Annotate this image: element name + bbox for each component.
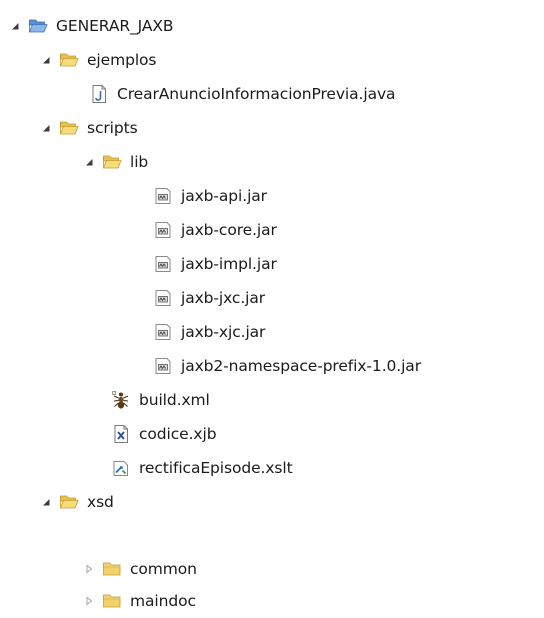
tree-item-jaxb-core[interactable]: jaxb-core.jar [153, 213, 277, 247]
tree-item-jaxb-xjc[interactable]: jaxb-xjc.jar [153, 315, 265, 349]
tree-item-scripts[interactable]: scripts [39, 111, 138, 145]
tree-item-label: scripts [87, 119, 138, 137]
jar-file-icon [153, 220, 173, 240]
expanded-arrow-icon[interactable] [39, 43, 53, 77]
tree-item-jaxb-api[interactable]: jaxb-api.jar [153, 179, 267, 213]
tree-item-lib[interactable]: lib [82, 145, 148, 179]
tree-item-label: build.xml [139, 391, 210, 409]
tree-item-rectifica-episode[interactable]: rectificaEpisode.xslt [111, 451, 293, 485]
tree-item-label: jaxb-api.jar [181, 187, 267, 205]
tree-item-label: jaxb2-namespace-prefix-1.0.jar [181, 357, 421, 375]
jar-file-icon [153, 356, 173, 376]
tree-item-jaxb2-namespace[interactable]: jaxb2-namespace-prefix-1.0.jar [153, 349, 421, 383]
ant-file-icon [111, 390, 131, 410]
jar-file-icon [153, 322, 173, 342]
tree-item-common[interactable]: common [82, 552, 197, 586]
collapsed-arrow-icon[interactable] [82, 552, 96, 586]
jar-file-icon [153, 254, 173, 274]
tree-item-label: jaxb-impl.jar [181, 255, 277, 273]
tree-item-codice-xjb[interactable]: codice.xjb [111, 417, 217, 451]
expanded-arrow-icon[interactable] [39, 111, 53, 145]
folder-open-icon [59, 492, 79, 512]
tree-item-label: common [130, 560, 197, 578]
tree-item-label: maindoc [130, 592, 196, 610]
folder-closed-icon [102, 591, 122, 611]
jar-file-icon [153, 186, 173, 206]
folder-open-icon [59, 118, 79, 138]
tree-item-label: xsd [87, 493, 114, 511]
tree-item-label: codice.xjb [139, 425, 217, 443]
xml-file-icon [111, 424, 131, 444]
project-folder-icon [28, 16, 48, 36]
tree-item-crear-anuncio[interactable]: CrearAnuncioInformacionPrevia.java [89, 77, 396, 111]
collapsed-arrow-icon[interactable] [82, 584, 96, 618]
tree-item-label: jaxb-jxc.jar [181, 289, 266, 307]
tree-item-generar-jaxb[interactable]: GENERAR_JAXB [8, 9, 174, 43]
java-file-icon [89, 84, 109, 104]
expanded-arrow-icon[interactable] [39, 485, 53, 519]
tree-item-maindoc[interactable]: maindoc [82, 584, 196, 618]
tree-item-build-xml[interactable]: build.xml [111, 383, 210, 417]
folder-open-icon [59, 50, 79, 70]
tree-item-ejemplos[interactable]: ejemplos [39, 43, 156, 77]
tree-item-xsd[interactable]: xsd [39, 485, 114, 519]
tree-item-label: rectificaEpisode.xslt [139, 459, 293, 477]
tree-item-label: lib [130, 153, 149, 171]
tree-item-label: GENERAR_JAXB [56, 17, 174, 35]
tree-item-label: ejemplos [87, 51, 157, 69]
tree-item-label: jaxb-xjc.jar [181, 323, 266, 341]
xslt-file-icon [111, 458, 131, 478]
tree-item-jaxb-impl[interactable]: jaxb-impl.jar [153, 247, 277, 281]
folder-open-icon [102, 152, 122, 172]
expanded-arrow-icon[interactable] [82, 145, 96, 179]
project-explorer-tree: GENERAR_JAXB ejemplos CrearAnuncioInform… [0, 0, 544, 615]
tree-item-label: CrearAnuncioInformacionPrevia.java [117, 85, 396, 103]
folder-closed-icon [102, 559, 122, 579]
jar-file-icon [153, 288, 173, 308]
tree-item-jaxb-jxc[interactable]: jaxb-jxc.jar [153, 281, 265, 315]
expanded-arrow-icon[interactable] [8, 9, 22, 43]
tree-item-label: jaxb-core.jar [181, 221, 277, 239]
